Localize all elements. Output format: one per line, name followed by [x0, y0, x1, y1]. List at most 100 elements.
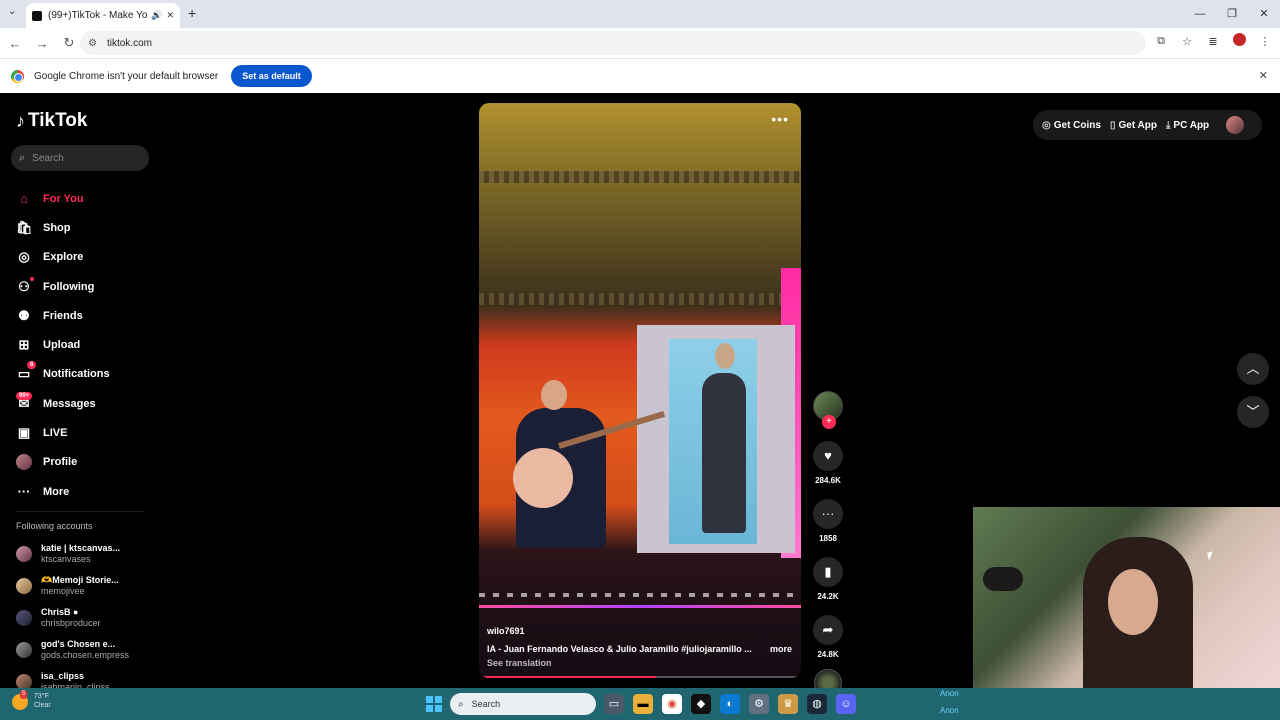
- comment-count: 1858: [819, 534, 837, 543]
- stage-truss: [479, 293, 801, 305]
- share-icon[interactable]: ➦: [813, 615, 843, 645]
- tiktok-logo[interactable]: ♪ TikTok: [16, 110, 87, 132]
- avatar: [16, 578, 32, 594]
- heart-icon[interactable]: ♥: [813, 441, 843, 471]
- video-username[interactable]: wilo7691: [487, 626, 792, 636]
- account-name: katie | ktscanvas...: [41, 543, 121, 553]
- save-action[interactable]: ▮ 24.2K: [812, 557, 844, 601]
- weather-condition: Clear: [34, 702, 51, 709]
- account-item[interactable]: ChrisB ● chrisbproducer: [16, 602, 146, 634]
- minimize-icon[interactable]: —: [1184, 0, 1216, 28]
- friends-icon: ⚉: [18, 307, 30, 323]
- alienware-icon[interactable]: ◆: [691, 694, 711, 714]
- coin-icon: ◎: [1042, 119, 1051, 131]
- tiktok-note-icon: ♪: [16, 110, 25, 131]
- steam-icon[interactable]: ◍: [807, 694, 827, 714]
- weather-widget[interactable]: 5 73°F Clear: [12, 690, 51, 710]
- share-action[interactable]: ➦ 24.8K: [812, 615, 844, 659]
- user-avatar[interactable]: [1226, 116, 1245, 134]
- video-more-icon[interactable]: •••: [771, 111, 789, 127]
- browser-menu-icon[interactable]: ⋮: [1256, 35, 1274, 48]
- singer-head: [541, 380, 567, 410]
- window-close-icon[interactable]: ✕: [1248, 0, 1280, 28]
- home-icon: ⌂: [20, 191, 28, 207]
- pc-app-label: PC App: [1173, 119, 1210, 131]
- edge-icon[interactable]: ◐: [720, 694, 740, 714]
- tab-close-icon[interactable]: ✕: [166, 10, 174, 21]
- install-app-icon[interactable]: ⧉: [1152, 35, 1170, 48]
- browser-tab[interactable]: (99+)TikTok - Make Your Da 🔊 ✕: [26, 3, 180, 28]
- follow-plus-icon[interactable]: +: [822, 415, 836, 429]
- description-more-button[interactable]: more: [770, 644, 792, 654]
- search-input[interactable]: ⌕ Search: [11, 145, 149, 171]
- like-action[interactable]: ♥ 284.6K: [812, 441, 844, 485]
- bookmark-star-icon[interactable]: ☆: [1178, 35, 1196, 48]
- sidebar-item-notifications[interactable]: ▭ 6 Notifications: [16, 360, 146, 389]
- sidebar-item-upload[interactable]: ⊞ Upload: [16, 330, 146, 359]
- new-tab-button[interactable]: +: [188, 5, 196, 21]
- avatar: [16, 610, 32, 626]
- speaker-icon[interactable]: 🔊: [151, 10, 162, 21]
- bookmark-icon[interactable]: ▮: [813, 557, 843, 587]
- sidebar-item-shop[interactable]: 🛍 Shop: [16, 213, 146, 242]
- media-control-icon[interactable]: ≣: [1204, 35, 1222, 48]
- profile-avatar[interactable]: [1230, 33, 1248, 49]
- maximize-icon[interactable]: ❐: [1216, 0, 1248, 28]
- video-progress-bar[interactable]: [479, 676, 801, 678]
- sidebar-item-explore[interactable]: ◎ Explore: [16, 243, 146, 272]
- next-video-button[interactable]: ﹀: [1237, 396, 1269, 428]
- upload-icon: ⊞: [18, 337, 30, 353]
- account-item[interactable]: 🫶Memoji Storie... memojivee: [16, 570, 146, 602]
- avatar: [16, 454, 32, 471]
- shop-icon: 🛍: [16, 219, 33, 235]
- avatar: [16, 642, 32, 658]
- windows-taskbar: 5 73°F Clear ⌕ Search ▭ ▬ ◉ ◆ ◐ ⚙ ♛ ◍ ☺ …: [0, 688, 1280, 720]
- video-actions: + ♥ 284.6K ··· 1858 ▮ 24.2K ➦ 24.8K: [812, 391, 844, 697]
- comment-icon[interactable]: ···: [813, 499, 843, 529]
- sidebar-item-messages[interactable]: ✉ 99+ Messages: [16, 389, 146, 418]
- pc-app-button[interactable]: ⤓ PC App: [1166, 120, 1209, 131]
- windows-start-icon[interactable]: [426, 696, 442, 712]
- sidebar-menu: ⌂ For You 🛍 Shop ◎ Explore ⚇ Following ⚉…: [16, 184, 146, 506]
- chrome-icon[interactable]: ◉: [662, 694, 682, 714]
- sidebar-item-following[interactable]: ⚇ Following: [16, 272, 146, 301]
- back-icon[interactable]: ←: [3, 36, 27, 51]
- discord-icon[interactable]: ☺: [836, 694, 856, 714]
- get-coins-label: Get Coins: [1053, 119, 1101, 131]
- see-translation-link[interactable]: See translation: [487, 658, 792, 668]
- previous-video-button[interactable]: ︿: [1237, 353, 1269, 385]
- forward-icon[interactable]: →: [30, 36, 54, 51]
- chevron-down-icon: ﹀: [1246, 404, 1260, 419]
- download-icon: ⤓: [1166, 119, 1171, 131]
- tab-search-icon[interactable]: ⌄: [8, 6, 16, 17]
- get-coins-button[interactable]: ◎ Get Coins: [1042, 120, 1101, 131]
- video-player[interactable]: ••• wilo7691 IA - Juan Fernando Velasco …: [479, 103, 801, 678]
- file-explorer-icon[interactable]: ▬: [633, 694, 653, 714]
- tiktok-favicon-icon: [32, 10, 42, 21]
- sidebar-item-label: LIVE: [43, 427, 68, 440]
- sidebar-item-friends[interactable]: ⚉ Friends: [16, 301, 146, 330]
- sidebar-item-profile[interactable]: Profile: [16, 448, 146, 477]
- set-as-default-button[interactable]: Set as default: [231, 65, 312, 87]
- infobar-close-icon[interactable]: ✕: [1259, 69, 1268, 82]
- taskbar-search-input[interactable]: ⌕ Search: [450, 693, 596, 715]
- account-handle: ktscanvases: [41, 554, 91, 564]
- comment-action[interactable]: ··· 1858: [812, 499, 844, 543]
- game-icon[interactable]: ♛: [778, 694, 798, 714]
- sidebar-item-live[interactable]: ▣ LIVE: [16, 418, 146, 447]
- sidebar-item-more[interactable]: ··· More: [16, 477, 146, 506]
- creator-avatar[interactable]: +: [813, 391, 843, 429]
- task-view-icon[interactable]: ▭: [604, 694, 624, 714]
- get-app-button[interactable]: ▯ Get App: [1110, 120, 1157, 131]
- address-bar[interactable]: ⚙ tiktok.com: [80, 31, 1146, 55]
- settings-icon[interactable]: ⚙: [749, 694, 769, 714]
- account-item[interactable]: katie | ktscanvas... ktscanvases: [16, 538, 146, 570]
- hologram-man: [702, 373, 746, 533]
- following-accounts-list: katie | ktscanvas... ktscanvases 🫶Memoji …: [16, 538, 146, 698]
- site-info-icon[interactable]: ⚙: [88, 38, 97, 49]
- compass-icon: ◎: [18, 249, 30, 265]
- browser-titlebar: ⌄ (99+)TikTok - Make Your Da 🔊 ✕ + — ❐ ✕: [0, 0, 1280, 28]
- account-item[interactable]: god's Chosen e... gods.chosen.empress: [16, 634, 146, 666]
- sidebar-item-for-you[interactable]: ⌂ For You: [16, 184, 146, 213]
- reload-icon[interactable]: ↻: [57, 35, 81, 51]
